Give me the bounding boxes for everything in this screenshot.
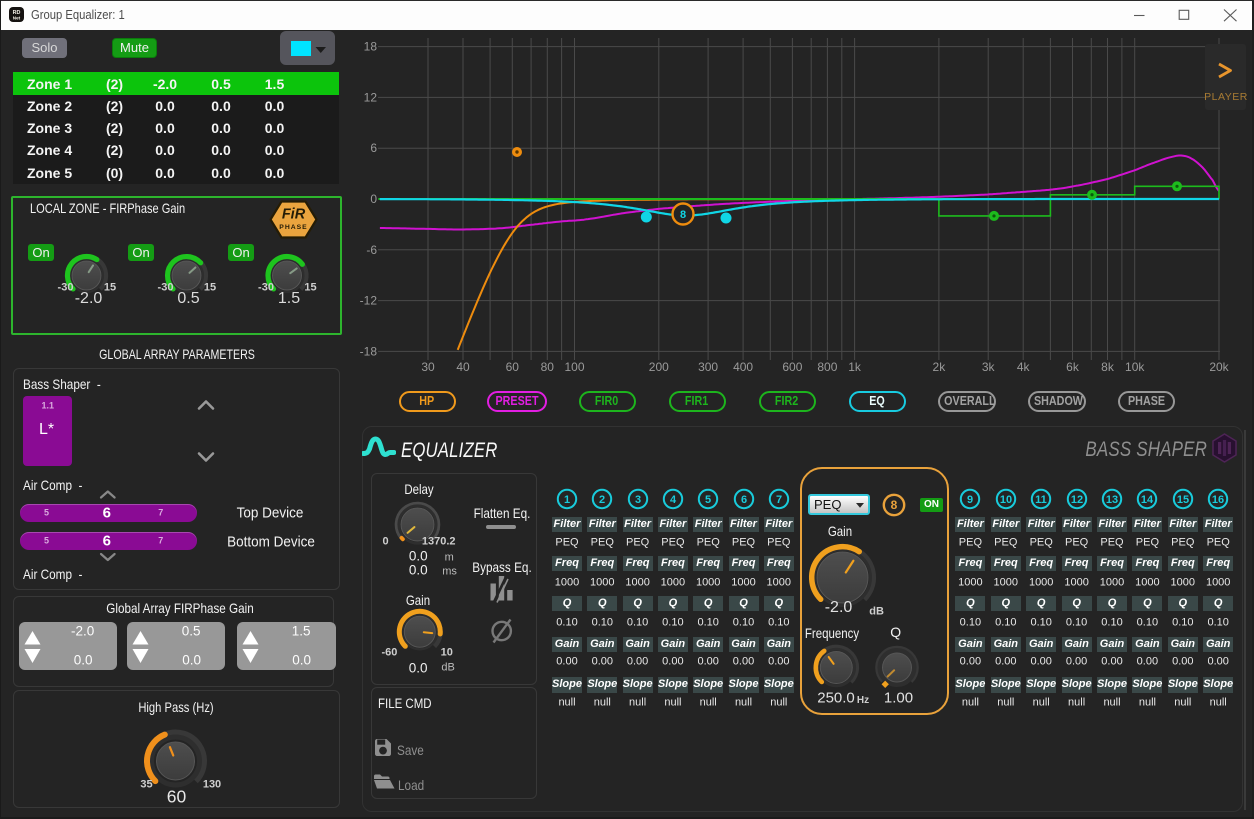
svg-text:60: 60 [506,360,520,374]
svg-text:-18: -18 [360,344,378,358]
svg-text:800: 800 [817,360,837,374]
svg-text:9: 9 [967,494,973,506]
svg-text:14: 14 [1141,494,1154,506]
svg-text:4: 4 [670,494,677,506]
svg-text:-6: -6 [366,243,377,257]
svg-text:8: 8 [891,498,898,512]
svg-text:16: 16 [1212,494,1224,506]
svg-text:1: 1 [564,494,570,506]
svg-text:6: 6 [740,494,746,506]
svg-text:12: 12 [364,90,378,104]
svg-text:40: 40 [456,360,470,374]
svg-text:600: 600 [782,360,802,374]
svg-text:10: 10 [1000,494,1012,506]
svg-text:1k: 1k [848,360,862,374]
svg-text:100: 100 [564,360,584,374]
svg-text:2: 2 [599,494,605,506]
svg-text:11: 11 [1035,494,1047,506]
svg-text:18: 18 [364,40,378,54]
svg-text:200: 200 [649,360,669,374]
svg-text:-12: -12 [360,294,378,308]
svg-text:3k: 3k [982,360,996,374]
svg-text:15: 15 [1177,494,1189,506]
svg-text:300: 300 [698,360,718,374]
svg-text:6: 6 [370,141,377,155]
svg-text:Net: Net [13,16,21,21]
svg-text:8: 8 [680,209,686,221]
svg-text:6k: 6k [1066,360,1080,374]
svg-text:20k: 20k [1209,360,1229,374]
svg-text:2k: 2k [933,360,947,374]
svg-text:8k: 8k [1101,360,1115,374]
svg-text:3: 3 [635,494,641,506]
svg-text:7: 7 [776,494,782,506]
svg-text:400: 400 [733,360,753,374]
svg-text:80: 80 [541,360,555,374]
svg-text:30: 30 [421,360,435,374]
svg-text:10k: 10k [1125,360,1145,374]
svg-text:13: 13 [1106,494,1118,506]
svg-text:12: 12 [1070,494,1082,506]
svg-text:4k: 4k [1017,360,1031,374]
svg-text:0: 0 [370,192,377,206]
svg-text:5: 5 [705,494,711,506]
